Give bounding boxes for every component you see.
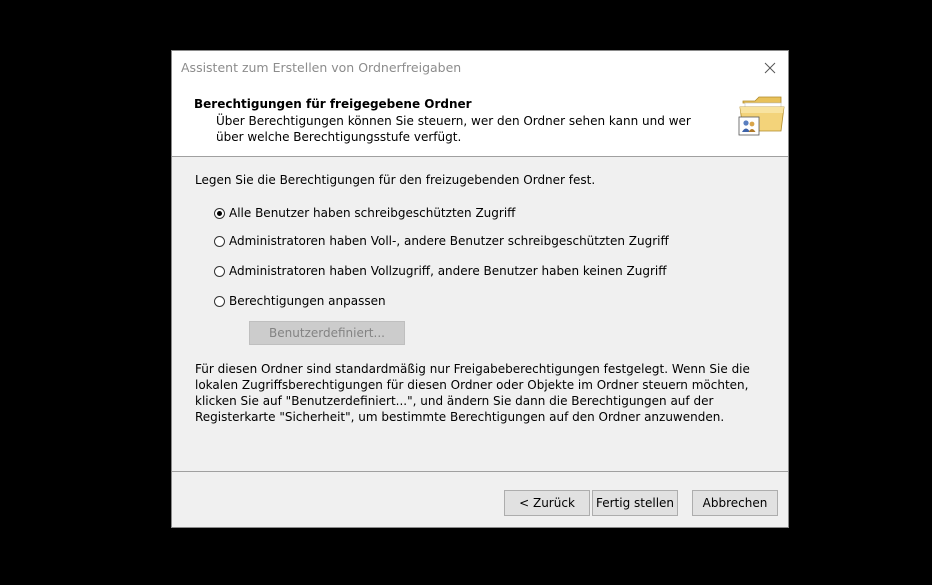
cancel-button[interactable]: Abbrechen xyxy=(692,490,778,516)
header-subtitle: Über Berechtigungen können Sie steuern, … xyxy=(216,114,691,144)
close-icon xyxy=(764,62,776,74)
info-line: Für diesen Ordner sind standardmäßig nur… xyxy=(195,362,750,376)
intro-text: Legen Sie die Berechtigungen für den fre… xyxy=(195,173,596,187)
radio-readonly-all[interactable]: Alle Benutzer haben schreibgeschützten Z… xyxy=(214,206,515,220)
custom-button[interactable]: Benutzerdefiniert... xyxy=(249,321,405,345)
radio-button[interactable] xyxy=(214,265,225,277)
radio-custom-permissions[interactable]: Berechtigungen anpassen xyxy=(214,294,386,308)
radio-label: Administratoren haben Vollzugriff, ander… xyxy=(229,264,667,278)
shared-folder-icon xyxy=(738,96,785,136)
wizard-header: Berechtigungen für freigegebene Ordner Ü… xyxy=(172,85,788,157)
info-line: lokalen Zugriffsberechtigungen für diese… xyxy=(195,378,749,392)
radio-label: Berechtigungen anpassen xyxy=(229,294,386,308)
back-button[interactable]: < Zurück xyxy=(504,490,590,516)
info-line: klicken Sie auf "Benutzerdefiniert...", … xyxy=(195,394,714,408)
info-line: Registerkarte "Sicherheit", um bestimmte… xyxy=(195,410,725,424)
window-title: Assistent zum Erstellen von Ordnerfreiga… xyxy=(181,60,462,75)
header-title: Berechtigungen für freigegebene Ordner xyxy=(194,97,472,111)
info-text: Für diesen Ordner sind standardmäßig nur… xyxy=(195,361,755,425)
footer-separator xyxy=(172,471,788,472)
radio-admin-full-others-readonly[interactable]: Administratoren haben Voll-, andere Benu… xyxy=(214,234,669,248)
radio-admin-full-others-none[interactable]: Administratoren haben Vollzugriff, ander… xyxy=(214,264,666,278)
radio-button[interactable] xyxy=(214,235,225,247)
title-bar[interactable]: Assistent zum Erstellen von Ordnerfreiga… xyxy=(172,51,788,85)
radio-label: Administratoren haben Voll-, andere Benu… xyxy=(229,234,669,248)
radio-button[interactable] xyxy=(214,207,225,219)
close-button[interactable] xyxy=(752,51,788,85)
finish-button[interactable]: Fertig stellen xyxy=(592,490,678,516)
radio-button[interactable] xyxy=(214,295,225,307)
wizard-content: Legen Sie die Berechtigungen für den fre… xyxy=(172,157,788,471)
wizard-dialog: Assistent zum Erstellen von Ordnerfreiga… xyxy=(171,50,789,528)
radio-label: Alle Benutzer haben schreibgeschützten Z… xyxy=(229,206,516,220)
